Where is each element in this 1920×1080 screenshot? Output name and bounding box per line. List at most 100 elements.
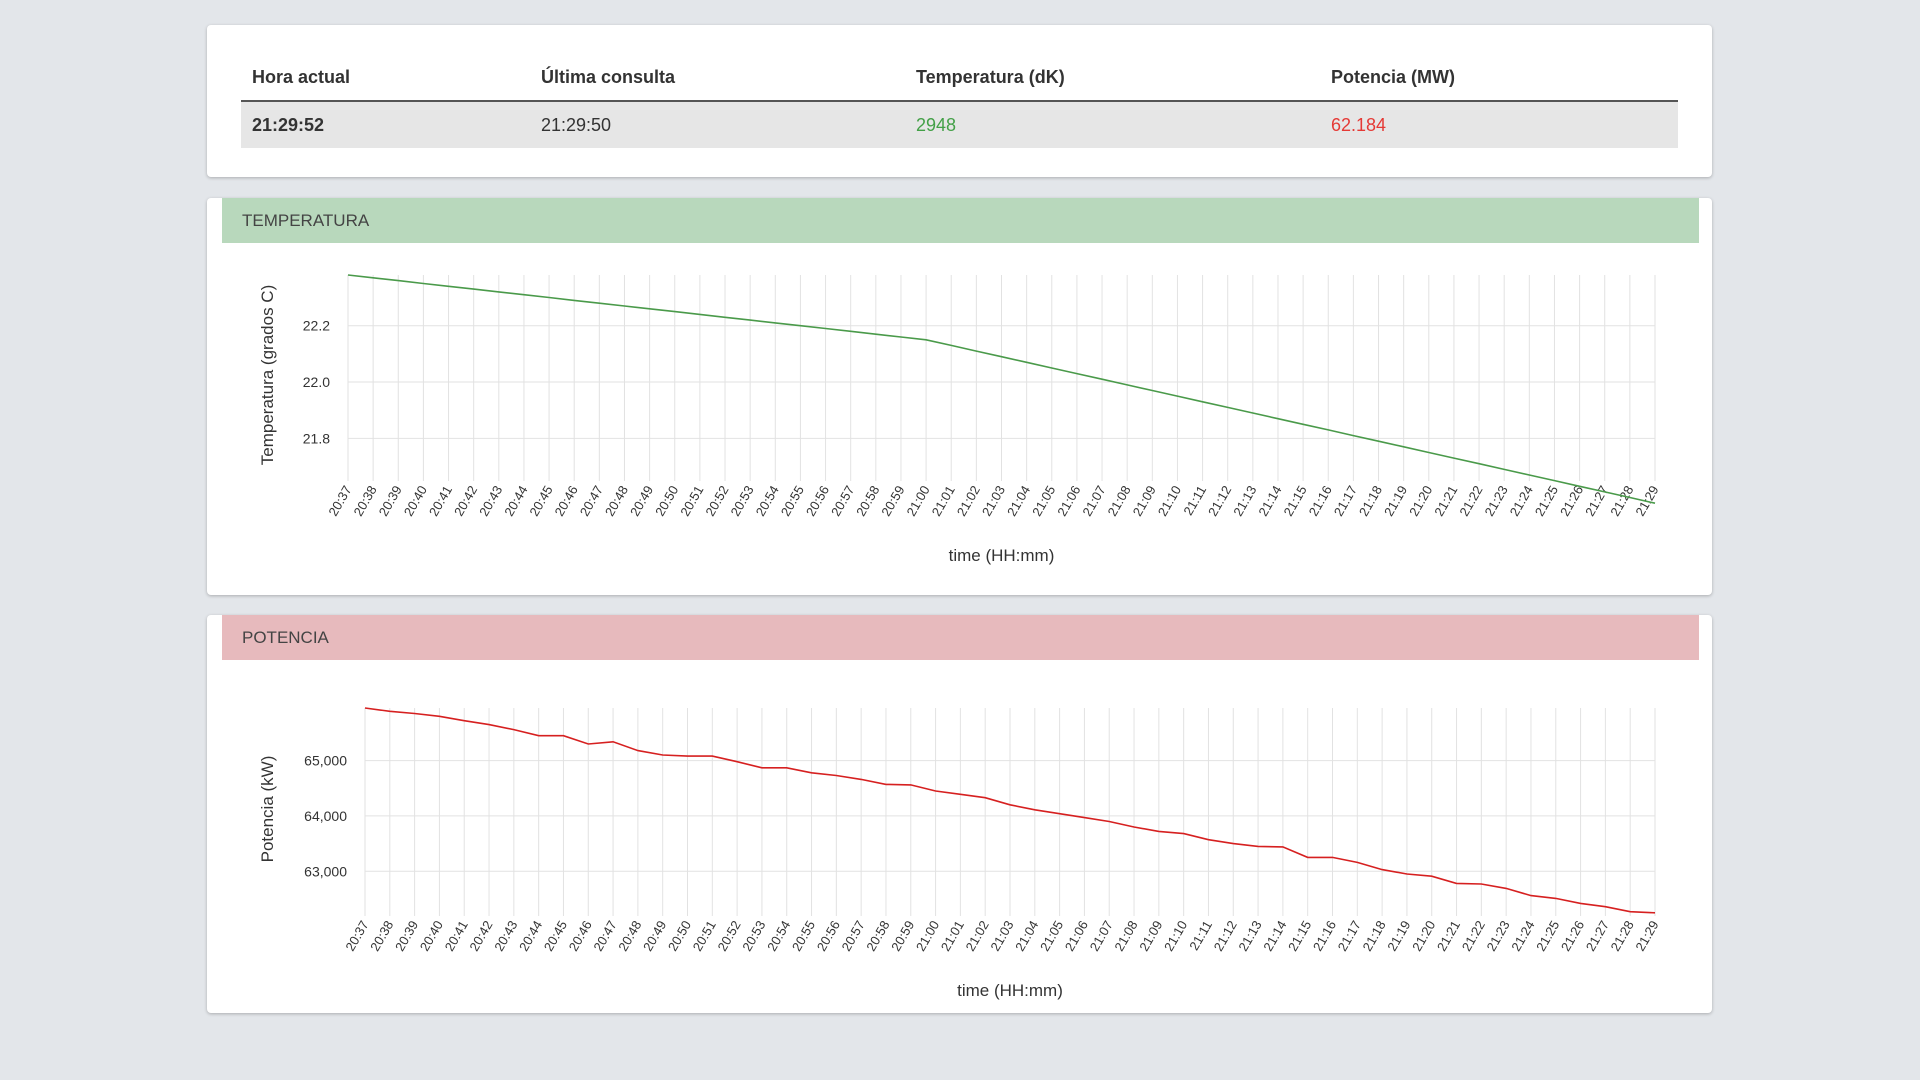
x-tick-label: 21:25	[1533, 918, 1562, 954]
temperature-panel-title: TEMPERATURA	[222, 198, 1699, 243]
x-tick-label: 21:14	[1260, 918, 1289, 954]
x-tick-label: 20:45	[541, 918, 570, 954]
x-tick-label: 21:20	[1406, 483, 1435, 519]
status-card: Hora actual Última consulta Temperatura …	[207, 25, 1712, 177]
x-tick-label: 21:11	[1186, 918, 1215, 953]
x-tick-label: 20:50	[665, 918, 694, 954]
status-value-row: 21:29:52 21:29:50 2948 62.184	[241, 101, 1678, 148]
power-panel: POTENCIA 20:37 20:38 20:39 20:40 20:41 20:42 2…	[207, 615, 1712, 1013]
x-tick-label: 21:09	[1136, 918, 1165, 954]
x-tick-label: 21:07	[1087, 918, 1116, 954]
x-tick-label: 20:42	[466, 918, 495, 954]
x-tick-label: 21:01	[938, 918, 967, 954]
x-tick-label: 20:44	[516, 918, 545, 954]
x-tick-label: 21:21	[1431, 483, 1460, 519]
x-tick-label: 21:18	[1359, 918, 1388, 954]
x-tick-label: 21:14	[1255, 483, 1284, 519]
x-tick-label: 21:00	[903, 483, 932, 519]
x-tick-label: 21:22	[1459, 918, 1488, 954]
x-tick-label: 20:58	[853, 483, 882, 519]
x-tick-label: 20:37	[325, 483, 354, 519]
x-tick-label: 21:26	[1558, 918, 1587, 954]
x-tick-label: 21:28	[1608, 918, 1637, 954]
x-tick-label: 21:27	[1583, 918, 1612, 954]
x-tick-label: 20:46	[566, 918, 595, 954]
x-tick-label: 21:19	[1384, 918, 1413, 954]
x-tick-label: 21:02	[963, 918, 992, 954]
x-tick-label: 20:49	[627, 483, 656, 519]
x-tick-label: 21:02	[954, 483, 983, 519]
x-tick-label: 20:55	[778, 483, 807, 519]
x-tick-label: 20:53	[727, 483, 756, 519]
x-tick-label: 21:09	[1130, 483, 1159, 519]
x-tick-label: 20:39	[376, 483, 405, 519]
temperature-chart: 20:3720:3820:3920:4020:4120:4220:4320:44…	[258, 274, 1662, 565]
x-tick-label: 21:23	[1482, 483, 1511, 519]
x-tick-label: 20:55	[789, 918, 818, 954]
x-tick-label: 21:17	[1335, 918, 1364, 954]
x-tick-label: 20:50	[652, 483, 681, 519]
x-tick-label: 20:56	[803, 483, 832, 519]
x-tick-label: 20:54	[764, 918, 793, 954]
x-tick-label: 21:21	[1434, 918, 1463, 954]
x-tick-label: 20:37	[342, 918, 371, 954]
x-axis-label: time (HH:mm)	[957, 981, 1063, 1000]
x-tick-label: 21:08	[1111, 918, 1140, 954]
x-tick-label: 21:06	[1054, 483, 1083, 519]
y-tick-label: 63,000	[304, 863, 347, 879]
x-tick-label: 20:53	[739, 918, 768, 954]
temperature-panel: TEMPERATURA 20:37 20:38 20:39 20:40 20:41 20:…	[207, 198, 1712, 595]
x-tick-label: 21:12	[1205, 483, 1234, 519]
x-tick-label: 21:03	[979, 483, 1008, 519]
x-tick-label: 21:16	[1310, 918, 1339, 954]
x-tick-label: 21:04	[1012, 918, 1041, 954]
x-tick-label: 21:24	[1507, 483, 1536, 519]
x-tick-label: 21:10	[1155, 483, 1184, 519]
x-tick-label: 20:49	[640, 918, 669, 954]
x-tick-label: 20:41	[426, 483, 455, 519]
temperatura-value: 2948	[905, 101, 1320, 148]
x-tick-label: 20:47	[590, 918, 619, 954]
x-tick-label: 21:28	[1607, 483, 1636, 519]
x-tick-label: 21:08	[1105, 483, 1134, 519]
x-tick-label: 21:05	[1029, 483, 1058, 519]
x-tick-label: 21:13	[1230, 483, 1259, 519]
x-tick-label: 20:57	[838, 918, 867, 954]
x-axis-label: time (HH:mm)	[949, 546, 1055, 565]
x-tick-label: 21:13	[1235, 918, 1264, 954]
power-chart: 20:3720:3820:3920:4020:4120:4220:4320:44…	[258, 707, 1662, 1000]
x-tick-label: 20:43	[476, 483, 505, 519]
x-tick-label: 20:44	[501, 483, 530, 519]
x-tick-label: 21:17	[1331, 483, 1360, 519]
x-tick-label: 20:40	[401, 483, 430, 519]
x-tick-label: 21:25	[1532, 483, 1561, 519]
x-tick-label: 20:58	[863, 918, 892, 954]
y-tick-label: 65,000	[304, 753, 347, 769]
y-tick-label: 22.0	[303, 374, 330, 390]
y-tick-label: 21.8	[303, 430, 330, 446]
x-tick-label: 21:05	[1037, 918, 1066, 954]
x-tick-label: 20:48	[615, 918, 644, 954]
y-axis-label: Potencia (kW)	[258, 756, 277, 863]
x-tick-label: 21:18	[1356, 483, 1385, 519]
status-header-row: Hora actual Última consulta Temperatura …	[241, 67, 1678, 102]
x-tick-label: 20:40	[417, 918, 446, 954]
x-tick-label: 21:12	[1211, 918, 1240, 954]
x-tick-label: 21:20	[1409, 918, 1438, 954]
x-tick-label: 21:06	[1062, 918, 1091, 954]
header-potencia: Potencia (MW)	[1320, 67, 1678, 102]
x-tick-label: 21:00	[913, 918, 942, 954]
power-panel-title: POTENCIA	[222, 615, 1699, 660]
x-tick-label: 20:51	[677, 483, 706, 519]
x-tick-label: 20:43	[491, 918, 520, 954]
x-tick-label: 20:38	[350, 483, 379, 519]
x-tick-label: 20:48	[602, 483, 631, 519]
x-tick-label: 21:01	[929, 483, 958, 519]
x-tick-label: 21:16	[1306, 483, 1335, 519]
ultima-consulta-value: 21:29:50	[530, 101, 905, 148]
x-tick-label: 21:10	[1161, 918, 1190, 954]
x-tick-label: 20:47	[577, 483, 606, 519]
x-tick-label: 21:07	[1079, 483, 1108, 519]
x-tick-label: 20:38	[367, 918, 396, 954]
x-tick-label: 20:39	[392, 918, 421, 954]
